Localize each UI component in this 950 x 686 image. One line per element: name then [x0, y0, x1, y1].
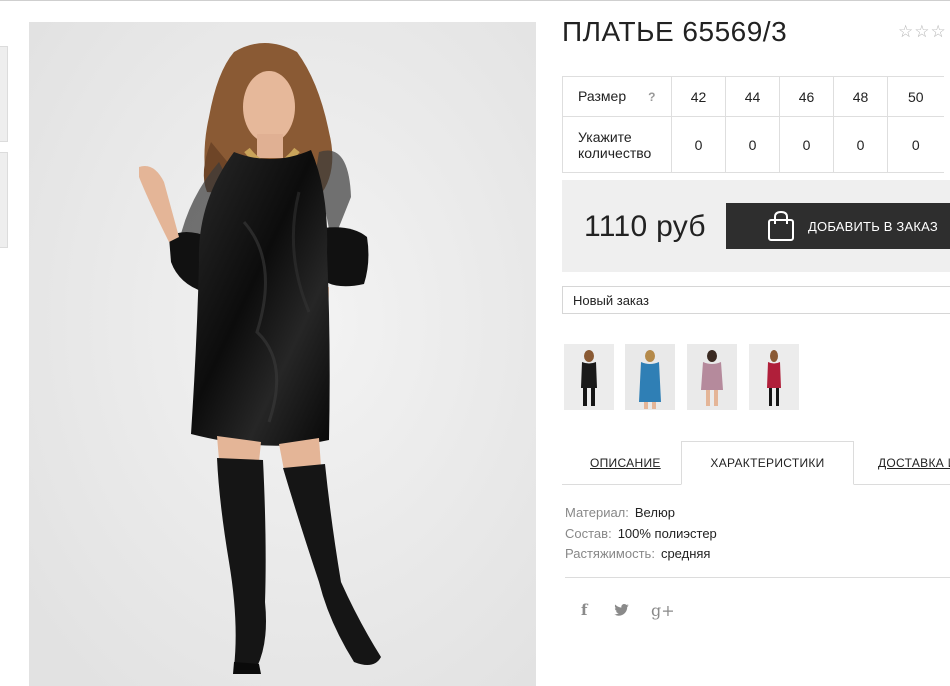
size-label-cell: Размер?	[562, 76, 672, 117]
size-46: 46	[779, 76, 834, 117]
price: 1110 руб	[584, 210, 706, 243]
size-42: 42	[671, 76, 726, 117]
main-product-photo[interactable]	[29, 22, 536, 686]
size-label: Размер	[578, 88, 627, 104]
quantity-input-44[interactable]: 0	[725, 116, 780, 173]
tab-description[interactable]: ОПИСАНИЕ	[590, 441, 661, 485]
price-box: 1110 руб ДОБАВИТЬ В ЗАКАЗ	[562, 180, 950, 272]
tab-delivery[interactable]: ДОСТАВКА И	[878, 441, 950, 485]
product-title: ПЛАТЬЕ 65569/3	[562, 16, 788, 47]
quantity-input-42[interactable]: 0	[671, 116, 726, 173]
size-44: 44	[725, 76, 780, 117]
color-thumb-red[interactable]	[749, 344, 799, 410]
color-thumb-blue[interactable]	[625, 344, 675, 410]
tab-characteristics[interactable]: ХАРАКТЕРИСТИКИ	[681, 441, 854, 485]
char-row-composition: Состав: 100% полиэстер	[565, 525, 717, 541]
char-row-material: Материал: Велюр	[565, 505, 675, 520]
rating-stars[interactable]: ☆☆☆	[898, 22, 947, 42]
size-help-icon[interactable]: ?	[648, 90, 655, 104]
google-plus-icon[interactable]: g+	[651, 601, 675, 620]
add-to-order-label: ДОБАВИТЬ В ЗАКАЗ	[808, 218, 938, 234]
gallery-thumb-prev[interactable]	[0, 46, 8, 142]
gallery-thumb-prev-2[interactable]	[0, 152, 8, 248]
quantity-input-46[interactable]: 0	[779, 116, 834, 173]
color-thumb-black[interactable]	[564, 344, 614, 410]
facebook-icon[interactable]: f	[581, 601, 587, 619]
quantity-label: Укажите количество	[562, 116, 672, 173]
add-to-order-button[interactable]: ДОБАВИТЬ В ЗАКАЗ	[726, 203, 950, 249]
size-table: Размер? 42 44 46 48 50 Укажите количеств…	[562, 76, 944, 173]
divider	[565, 577, 950, 578]
quantity-input-50[interactable]: 0	[887, 116, 944, 173]
size-48: 48	[833, 76, 888, 117]
quantity-input-48[interactable]: 0	[833, 116, 888, 173]
shopping-bag-icon	[768, 210, 794, 241]
twitter-icon[interactable]	[614, 603, 629, 620]
order-select[interactable]: Новый заказ	[562, 286, 950, 314]
top-border	[0, 0, 950, 1]
char-row-stretch: Растяжимость: средняя	[565, 546, 711, 561]
color-thumb-pink[interactable]	[687, 344, 737, 410]
characteristics-list: Материал: Велюр Состав: 100% полиэстер Рас…	[565, 503, 717, 565]
size-50: 50	[887, 76, 944, 117]
